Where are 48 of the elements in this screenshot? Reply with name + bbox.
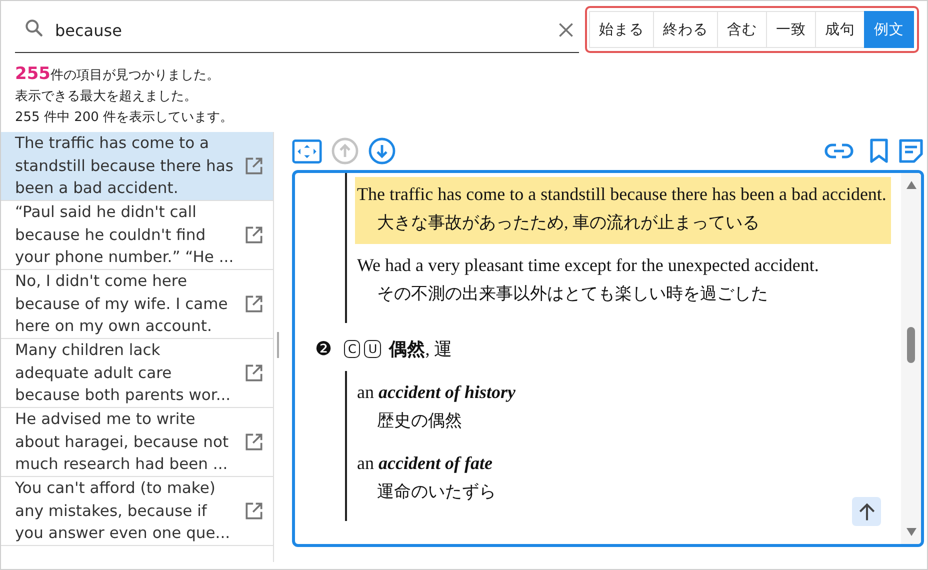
link-icon[interactable] — [824, 142, 854, 160]
result-count-text: 255件の項目が見つかりました。 — [15, 64, 220, 86]
example-phrase: an accident of fate — [357, 452, 494, 475]
external-link-icon[interactable] — [243, 500, 265, 522]
result-item[interactable]: “Paul said he didn't call because he couldn't find your phone number.” “He ... — [1, 201, 273, 270]
example-sentence: The traffic has come to a standstill because there has been a bad accident. — [357, 183, 888, 206]
match-mode-tab[interactable]: 含む — [717, 11, 767, 48]
match-mode-tab[interactable]: 終わる — [653, 11, 718, 48]
example-translation: その不測の出来事以外はとても楽しい時を過ごした — [376, 283, 769, 305]
scroll-down-icon[interactable] — [906, 528, 916, 536]
example-phrase: an accident of history — [357, 381, 516, 404]
bookmark-icon[interactable] — [869, 138, 889, 164]
result-item[interactable]: No, I didn't come here because of my wife. I came here on my own account. — [1, 270, 273, 339]
fit-screen-icon[interactable] — [292, 138, 322, 164]
external-link-icon[interactable] — [243, 293, 265, 315]
note-icon[interactable] — [898, 138, 924, 164]
external-link-icon[interactable] — [243, 362, 265, 384]
external-link-icon[interactable] — [243, 431, 265, 453]
arrow-down-circle-icon[interactable] — [368, 137, 396, 165]
sense-gloss: 偶然, 運 — [389, 338, 452, 361]
search-icon — [23, 17, 45, 39]
external-link-icon[interactable] — [243, 224, 265, 246]
example-translation: 運命のいたずら — [376, 481, 497, 503]
match-mode-tab[interactable]: 一致 — [766, 11, 816, 48]
search-field[interactable]: because — [55, 20, 557, 40]
result-item[interactable]: He advised me to write about haragei, because not much research had been ... — [1, 408, 273, 477]
scroll-up-icon[interactable] — [906, 181, 916, 189]
grammar-label: U — [364, 340, 382, 358]
scrollbar-thumb[interactable] — [907, 327, 915, 363]
result-item[interactable]: Many children lack adequate adult care because both parents wor... — [1, 339, 273, 408]
match-mode-tab[interactable]: 成句 — [815, 11, 865, 48]
result-info-text: 表示できる最大を超えました。 — [15, 88, 198, 106]
result-item[interactable]: The traffic has come to a standstill because there has been a bad accident. — [1, 132, 273, 201]
example-translation: 歴史の偶然 — [376, 410, 463, 432]
scrollbar-thumb[interactable] — [277, 332, 279, 358]
search-bar[interactable]: because — [15, 8, 579, 53]
match-mode-tab[interactable]: 例文 — [864, 11, 914, 48]
result-info-text: 255 件中 200 件を表示しています。 — [15, 109, 234, 127]
external-link-icon[interactable] — [243, 155, 265, 177]
grammar-label: C — [344, 340, 360, 358]
scrollbar[interactable] — [901, 173, 921, 544]
sense-number: ❷ — [315, 338, 332, 361]
example-sentence: We had a very pleasant time except for the unexpected accident. — [357, 254, 820, 277]
scroll-to-top-button[interactable] — [852, 497, 881, 526]
match-mode-tab[interactable]: 始まる — [589, 11, 654, 48]
example-translation: 大きな事故があったため, 車の流れが止まっている — [376, 212, 760, 234]
result-item[interactable]: You can't afford (to make) any mistakes, because if you answer even one que... — [1, 477, 273, 546]
close-icon[interactable] — [557, 21, 575, 39]
